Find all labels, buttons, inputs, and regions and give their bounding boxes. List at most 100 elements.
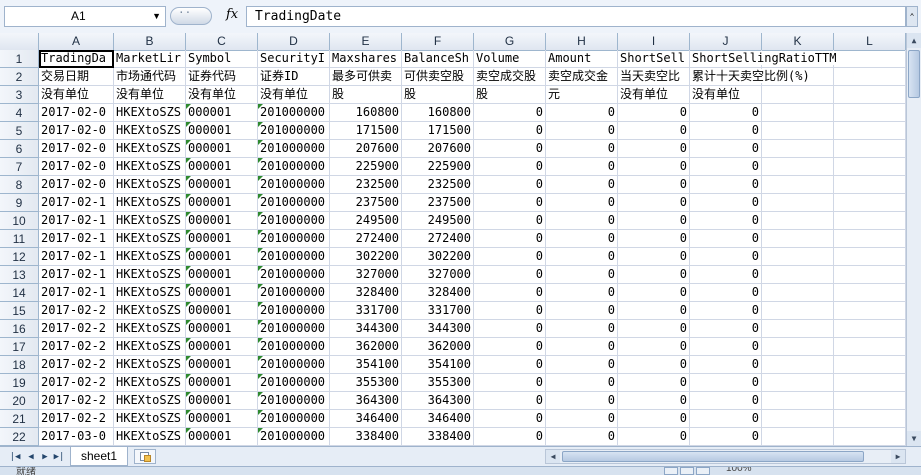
cell-d5[interactable]: 201000000 — [258, 122, 330, 140]
cell-c6[interactable]: 000001 — [186, 140, 258, 158]
cell-g9[interactable]: 0 — [474, 194, 546, 212]
cell-j8[interactable]: 0 — [690, 176, 762, 194]
cell-j17[interactable]: 0 — [690, 338, 762, 356]
cell-h12[interactable]: 0 — [546, 248, 618, 266]
insert-sheet-button[interactable] — [134, 449, 156, 464]
cell-g20[interactable]: 0 — [474, 392, 546, 410]
name-box[interactable]: A1 ▼ — [4, 6, 166, 27]
cell-j14[interactable]: 0 — [690, 284, 762, 302]
cell-b14[interactable]: HKEXtoSZS — [114, 284, 186, 302]
cell-j12[interactable]: 0 — [690, 248, 762, 266]
cell-b20[interactable]: HKEXtoSZS — [114, 392, 186, 410]
cell-k12[interactable] — [762, 248, 834, 266]
cell-e13[interactable]: 327000 — [330, 266, 402, 284]
cell-d16[interactable]: 201000000 — [258, 320, 330, 338]
cell-i16[interactable]: 0 — [618, 320, 690, 338]
cell-d21[interactable]: 201000000 — [258, 410, 330, 428]
cell-l8[interactable] — [834, 176, 906, 194]
cell-l11[interactable] — [834, 230, 906, 248]
cell-j4[interactable]: 0 — [690, 104, 762, 122]
cell-f16[interactable]: 344300 — [402, 320, 474, 338]
cell-h6[interactable]: 0 — [546, 140, 618, 158]
column-header-a[interactable]: A — [39, 33, 114, 50]
cell-k16[interactable] — [762, 320, 834, 338]
cell-f2[interactable]: 可供卖空股 — [402, 68, 474, 86]
cell-l13[interactable] — [834, 266, 906, 284]
row-header[interactable]: 18 — [0, 356, 39, 374]
cell-c9[interactable]: 000001 — [186, 194, 258, 212]
cell-f3[interactable]: 股 — [402, 86, 474, 104]
cell-i12[interactable]: 0 — [618, 248, 690, 266]
cell-c10[interactable]: 000001 — [186, 212, 258, 230]
cell-k6[interactable] — [762, 140, 834, 158]
cell-g11[interactable]: 0 — [474, 230, 546, 248]
cell-b19[interactable]: HKEXtoSZS — [114, 374, 186, 392]
cell-d3[interactable]: 没有单位 — [258, 86, 330, 104]
scroll-left-icon[interactable]: ◀ — [546, 450, 560, 463]
prev-sheet-icon[interactable]: ◀ — [24, 450, 38, 464]
cell-k7[interactable] — [762, 158, 834, 176]
cell-g14[interactable]: 0 — [474, 284, 546, 302]
row-header[interactable]: 8 — [0, 176, 39, 194]
cell-c22[interactable]: 000001 — [186, 428, 258, 446]
cell-j7[interactable]: 0 — [690, 158, 762, 176]
vertical-scroll-thumb[interactable] — [908, 50, 920, 98]
cell-l18[interactable] — [834, 356, 906, 374]
column-header-j[interactable]: J — [690, 33, 762, 50]
row-header[interactable]: 19 — [0, 374, 39, 392]
cell-a12[interactable]: 2017-02-1 — [39, 248, 114, 266]
cell-h17[interactable]: 0 — [546, 338, 618, 356]
cell-h18[interactable]: 0 — [546, 356, 618, 374]
column-header-i[interactable]: I — [618, 33, 690, 50]
cell-g3[interactable]: 股 — [474, 86, 546, 104]
cell-k8[interactable] — [762, 176, 834, 194]
cell-b16[interactable]: HKEXtoSZS — [114, 320, 186, 338]
cell-b9[interactable]: HKEXtoSZS — [114, 194, 186, 212]
cell-d20[interactable]: 201000000 — [258, 392, 330, 410]
cell-a11[interactable]: 2017-02-1 — [39, 230, 114, 248]
cell-d22[interactable]: 201000000 — [258, 428, 330, 446]
cell-j18[interactable]: 0 — [690, 356, 762, 374]
cell-d9[interactable]: 201000000 — [258, 194, 330, 212]
last-sheet-icon[interactable]: ▶| — [52, 450, 66, 464]
cell-c4[interactable]: 000001 — [186, 104, 258, 122]
cell-a8[interactable]: 2017-02-0 — [39, 176, 114, 194]
cell-i18[interactable]: 0 — [618, 356, 690, 374]
cell-j2[interactable]: 累计十天卖空比例(%) — [690, 68, 810, 86]
column-header-f[interactable]: F — [402, 33, 474, 50]
cell-a20[interactable]: 2017-02-2 — [39, 392, 114, 410]
cell-g15[interactable]: 0 — [474, 302, 546, 320]
next-sheet-icon[interactable]: ▶ — [38, 450, 52, 464]
cell-h10[interactable]: 0 — [546, 212, 618, 230]
cell-j5[interactable]: 0 — [690, 122, 762, 140]
row-header[interactable]: 17 — [0, 338, 39, 356]
cell-j10[interactable]: 0 — [690, 212, 762, 230]
cell-k4[interactable] — [762, 104, 834, 122]
cell-a7[interactable]: 2017-02-0 — [39, 158, 114, 176]
row-header[interactable]: 15 — [0, 302, 39, 320]
column-header-h[interactable]: H — [546, 33, 618, 50]
cell-d11[interactable]: 201000000 — [258, 230, 330, 248]
column-header-e[interactable]: E — [330, 33, 402, 50]
cell-l19[interactable] — [834, 374, 906, 392]
cell-i1[interactable]: ShortSell — [618, 50, 690, 68]
cell-g8[interactable]: 0 — [474, 176, 546, 194]
cell-h4[interactable]: 0 — [546, 104, 618, 122]
cell-l22[interactable] — [834, 428, 906, 446]
sheet-tab-sheet1[interactable]: sheet1 — [70, 447, 128, 466]
cell-g13[interactable]: 0 — [474, 266, 546, 284]
select-all-corner[interactable] — [0, 33, 39, 50]
cell-l6[interactable] — [834, 140, 906, 158]
cell-b4[interactable]: HKEXtoSZS — [114, 104, 186, 122]
cell-d1[interactable]: SecurityI — [258, 50, 330, 68]
cell-b11[interactable]: HKEXtoSZS — [114, 230, 186, 248]
cell-e12[interactable]: 302200 — [330, 248, 402, 266]
cell-a3[interactable]: 没有单位 — [39, 86, 114, 104]
cell-i22[interactable]: 0 — [618, 428, 690, 446]
cell-e9[interactable]: 237500 — [330, 194, 402, 212]
cell-d6[interactable]: 201000000 — [258, 140, 330, 158]
cell-i11[interactable]: 0 — [618, 230, 690, 248]
scroll-up-icon[interactable]: ▲ — [907, 33, 921, 48]
cell-k14[interactable] — [762, 284, 834, 302]
cell-e14[interactable]: 328400 — [330, 284, 402, 302]
